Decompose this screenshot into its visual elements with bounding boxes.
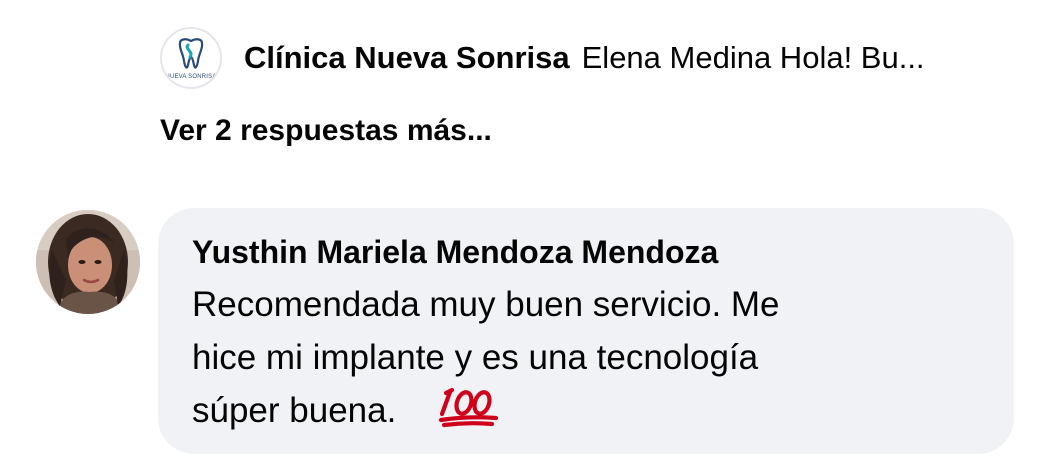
comment-line-text: súper buena. — [192, 391, 397, 430]
clinic-logo-text: NUEVA SONRISA — [165, 73, 217, 80]
comment-author-name[interactable]: Yusthin Mariela Mendoza Mendoza — [192, 232, 984, 272]
collapsed-reply[interactable]: NUEVA SONRISA Clínica Nueva Sonrisa Elena… — [160, 26, 925, 90]
comment-line: súper buena. — [192, 384, 952, 443]
clinic-logo-icon — [178, 37, 204, 69]
comment-thread: NUEVA SONRISA Clínica Nueva Sonrisa Elena… — [0, 0, 1047, 457]
reply-preview[interactable]: Clínica Nueva Sonrisa Elena Medina Hola! … — [244, 40, 925, 76]
comment-text: Recomendada muy buen servicio. Me hice m… — [192, 278, 952, 443]
comment-bubble: Yusthin Mariela Mendoza Mendoza Recomend… — [158, 208, 1014, 454]
comment-line: hice mi implante y es una tecnología — [192, 338, 759, 377]
reply-snippet: Elena Medina Hola! Bu... — [581, 40, 925, 75]
comment-line: Recomendada muy buen servicio. Me — [192, 285, 780, 324]
view-more-replies-link[interactable]: Ver 2 respuestas más... — [160, 114, 492, 148]
user-avatar-photo — [36, 210, 140, 314]
clinic-avatar[interactable]: NUEVA SONRISA — [160, 27, 222, 89]
reply-author-name[interactable]: Clínica Nueva Sonrisa — [244, 40, 570, 75]
avatar[interactable] — [36, 210, 140, 314]
hundred-points-icon — [438, 384, 500, 443]
